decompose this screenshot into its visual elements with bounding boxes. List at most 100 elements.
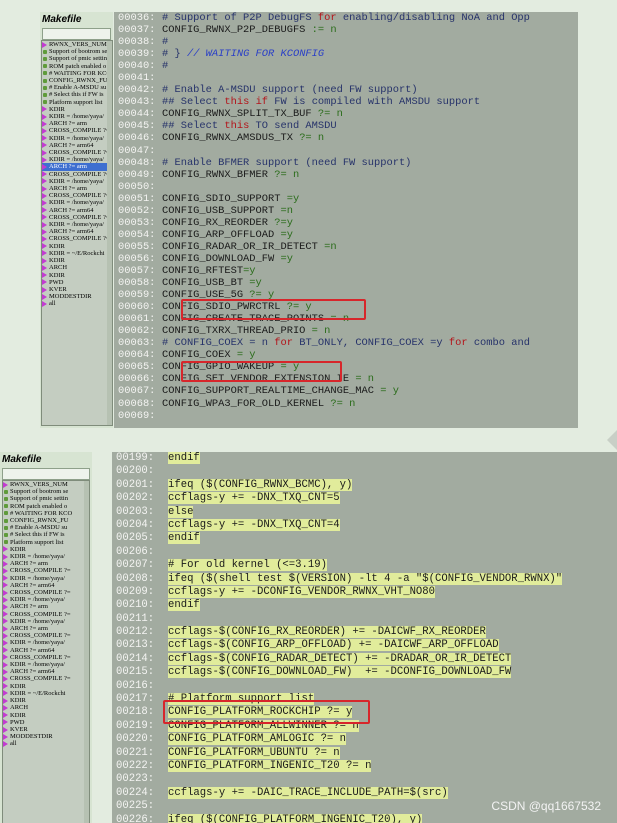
symbol-list-item[interactable]: KVER bbox=[42, 286, 112, 293]
code-line[interactable]: 00223: bbox=[112, 773, 617, 786]
symbol-list-item[interactable]: CROSS_COMPILE ?= bbox=[42, 171, 112, 178]
symbol-list-item[interactable]: CROSS_COMPILE ?= bbox=[3, 632, 89, 639]
code-line[interactable]: 00069: bbox=[114, 410, 578, 422]
code-line[interactable]: 00221: CONFIG_PLATFORM_UBUNTU ?= n bbox=[112, 746, 617, 760]
code-line[interactable]: 00051: CONFIG_SDIO_SUPPORT =y bbox=[114, 193, 578, 205]
code-line[interactable]: 00058: CONFIG_USB_BT =y bbox=[114, 277, 578, 289]
symbol-list-item[interactable]: Platform support list bbox=[3, 539, 89, 546]
code-line[interactable]: 00066: CONFIG_SET_VENDOR_EXTENSION_IE = n bbox=[114, 373, 578, 385]
symbol-list-item[interactable]: CROSS_COMPILE ?= bbox=[3, 675, 89, 682]
symbol-list-item[interactable]: KDIR = /home/yaya/ bbox=[42, 135, 112, 142]
code-line[interactable]: 00200: bbox=[112, 465, 617, 478]
symbol-list-item[interactable]: KDIR = /home/yaya/ bbox=[3, 575, 89, 582]
code-line[interactable]: 00205: endif bbox=[112, 532, 617, 545]
symbol-list-item[interactable]: Support of pmic settin bbox=[42, 55, 112, 62]
symbol-list-item[interactable]: KDIR bbox=[3, 712, 89, 719]
symbol-list-item[interactable]: KDIR = ~/E/Rockchi bbox=[3, 690, 89, 697]
symbol-list[interactable]: RWNX_VERS_NUM Support of bootrom se Suppor… bbox=[2, 480, 90, 823]
code-line[interactable]: 00207: # For old kernel (<=3.19) bbox=[112, 559, 617, 572]
symbol-list-item[interactable]: # WAITING FOR KCO bbox=[42, 70, 112, 77]
symbol-list-item[interactable]: KDIR = /home/yaya/ bbox=[3, 596, 89, 603]
code-line[interactable]: 00042: # Enable A-MSDU support (need FW s… bbox=[114, 84, 578, 96]
sidebar-scrollbar[interactable] bbox=[84, 481, 89, 823]
code-line[interactable]: 00043: ## Select this if FW is compiled w… bbox=[114, 96, 578, 108]
sidebar-search-input[interactable] bbox=[2, 468, 90, 480]
code-line[interactable]: 00052: CONFIG_USB_SUPPORT =n bbox=[114, 205, 578, 217]
symbol-list-item[interactable]: ARCH ?= arm bbox=[42, 163, 112, 171]
symbol-list-item[interactable]: KDIR = /home/yaya/ bbox=[42, 199, 112, 206]
code-line[interactable]: 00056: CONFIG_DOWNLOAD_FW =y bbox=[114, 253, 578, 265]
symbol-list-item[interactable]: ARCH ?= arm bbox=[3, 560, 89, 567]
code-line[interactable]: 00059: CONFIG_USE_5G ?= y bbox=[114, 289, 578, 301]
code-line[interactable]: 00199: endif bbox=[112, 452, 617, 465]
symbol-list-item[interactable]: ARCH ?= arm bbox=[3, 603, 89, 610]
symbol-list[interactable]: RWNX_VERS_NUM Support of bootrom se Suppor… bbox=[41, 40, 113, 426]
code-line[interactable]: 00212: ccflags-$(CONFIG_RX_REORDER) += -D… bbox=[112, 626, 617, 639]
code-line[interactable]: 00067: CONFIG_SUPPORT_REALTIME_CHANGE_MAC… bbox=[114, 385, 578, 397]
code-line[interactable]: 00213: ccflags-$(CONFIG_ARP_OFFLOAD) += -… bbox=[112, 639, 617, 652]
code-line[interactable]: 00039: # } // WAITING FOR KCONFIG bbox=[114, 48, 578, 60]
symbol-list-item[interactable]: ARCH ?= arm64 bbox=[3, 668, 89, 675]
code-line[interactable]: 00222: CONFIG_PLATFORM_INGENIC_T20 ?= n bbox=[112, 759, 617, 773]
code-line[interactable]: 00062: CONFIG_TXRX_THREAD_PRIO = n bbox=[114, 325, 578, 337]
sidebar-scrollbar[interactable] bbox=[107, 41, 112, 425]
symbol-list-item[interactable]: KDIR bbox=[3, 546, 89, 553]
symbol-list-item[interactable]: KDIR = /home/yaya/ bbox=[42, 221, 112, 228]
code-line[interactable]: 00065: CONFIG_GPIO_WAKEUP = y bbox=[114, 361, 578, 373]
code-line[interactable]: 00208: ifeq ($(shell test $(VERSION) -lt … bbox=[112, 572, 617, 586]
symbol-list-item[interactable]: RWNX_VERS_NUM bbox=[42, 41, 112, 48]
symbol-list-item[interactable]: Support of bootrom se bbox=[3, 488, 89, 495]
symbol-list-item[interactable]: MODDESTDIR bbox=[3, 733, 89, 740]
code-line[interactable]: 00044: CONFIG_RWNX_SPLIT_TX_BUF ?= n bbox=[114, 108, 578, 120]
symbol-list-item[interactable]: PWD bbox=[3, 719, 89, 726]
symbol-list-item[interactable]: ARCH ?= arm bbox=[3, 625, 89, 632]
symbol-list-item[interactable]: # WAITING FOR KCO bbox=[3, 510, 89, 517]
symbol-list-item[interactable]: KDIR = /home/yaya/ bbox=[42, 178, 112, 185]
symbol-list-item[interactable]: ARCH bbox=[3, 704, 89, 711]
code-line[interactable]: 00211: bbox=[112, 613, 617, 626]
code-editor-bottom[interactable]: 00199: endif 00200: 00201: ifeq ($(CONFIG_RW… bbox=[112, 452, 617, 823]
code-line[interactable]: 00204: ccflags-y += -DNX_TXQ_CNT=4 bbox=[112, 518, 617, 532]
symbol-list-item[interactable]: ROM patch enabled o bbox=[42, 63, 112, 70]
symbol-list-item[interactable]: # Select this if FW is bbox=[3, 531, 89, 538]
code-line[interactable]: 00201: ifeq ($(CONFIG_RWNX_BCMC), y) bbox=[112, 478, 617, 492]
symbol-list-item[interactable]: MODDESTDIR bbox=[42, 293, 112, 300]
symbol-list-item[interactable]: ARCH ?= arm64 bbox=[3, 582, 89, 589]
symbol-list-item[interactable]: KDIR bbox=[42, 272, 112, 279]
symbol-list-item[interactable]: all bbox=[42, 300, 112, 307]
code-line[interactable]: 00214: ccflags-$(CONFIG_RADAR_DETECT) += … bbox=[112, 652, 617, 666]
symbol-list-item[interactable]: Support of pmic settin bbox=[3, 495, 89, 502]
code-line[interactable]: 00210: endif bbox=[112, 599, 617, 612]
code-line[interactable]: 00206: bbox=[112, 546, 617, 559]
symbol-list-item[interactable]: KDIR bbox=[3, 697, 89, 704]
code-line[interactable]: 00218: CONFIG_PLATFORM_ROCKCHIP ?= y bbox=[112, 706, 617, 719]
symbol-list-item[interactable]: KDIR = /home/yaya/ bbox=[3, 639, 89, 646]
symbol-list-item[interactable]: CROSS_COMPILE ?= bbox=[42, 127, 112, 134]
symbol-list-item[interactable]: KDIR = /home/yaya/ bbox=[3, 661, 89, 668]
symbol-list-item[interactable]: RWNX_VERS_NUM bbox=[3, 481, 89, 488]
code-line[interactable]: 00054: CONFIG_ARP_OFFLOAD =y bbox=[114, 229, 578, 241]
symbol-list-item[interactable]: KDIR = ~/E/Rockchi bbox=[42, 250, 112, 257]
symbol-list-item[interactable]: ARCH bbox=[42, 264, 112, 271]
code-line[interactable]: 00060: CONFIG_SDIO_PWRCTRL ?= y bbox=[114, 301, 578, 313]
symbol-list-item[interactable]: CROSS_COMPILE ?= bbox=[42, 214, 112, 221]
symbol-list-item[interactable]: CONFIG_RWNX_FU bbox=[42, 77, 112, 84]
symbol-list-item[interactable]: KDIR bbox=[42, 243, 112, 250]
symbol-list-item[interactable]: ARCH ?= arm64 bbox=[42, 207, 112, 214]
symbol-list-item[interactable]: all bbox=[3, 740, 89, 747]
code-line[interactable]: 00068: CONFIG_WPA3_FOR_OLD_KERNEL ?= n bbox=[114, 398, 578, 410]
code-editor-top[interactable]: 00036: # Support of P2P DebugFS for enabl… bbox=[114, 12, 578, 428]
code-line[interactable]: 00215: ccflags-$(CONFIG_DOWNLOAD_FW) += -… bbox=[112, 666, 617, 679]
code-line[interactable]: 00217: # Platform support list bbox=[112, 693, 617, 706]
code-line[interactable]: 00048: # Enable BFMER support (need FW su… bbox=[114, 157, 578, 169]
code-line[interactable]: 00041: bbox=[114, 72, 578, 84]
code-line[interactable]: 00038: # bbox=[114, 36, 578, 48]
code-line[interactable]: 00203: else bbox=[112, 505, 617, 519]
sidebar-search-input[interactable] bbox=[42, 28, 111, 40]
code-line[interactable]: 00055: CONFIG_RADAR_OR_IR_DETECT =n bbox=[114, 241, 578, 253]
code-line[interactable]: 00036: # Support of P2P DebugFS for enabl… bbox=[114, 12, 578, 24]
symbol-list-item[interactable]: CROSS_COMPILE ?= bbox=[3, 567, 89, 574]
symbol-list-item[interactable]: # Enable A-MSDU su bbox=[42, 84, 112, 91]
code-line[interactable]: 00045: ## Select this TO send AMSDU bbox=[114, 120, 578, 132]
symbol-list-item[interactable]: ROM patch enabled o bbox=[3, 503, 89, 510]
